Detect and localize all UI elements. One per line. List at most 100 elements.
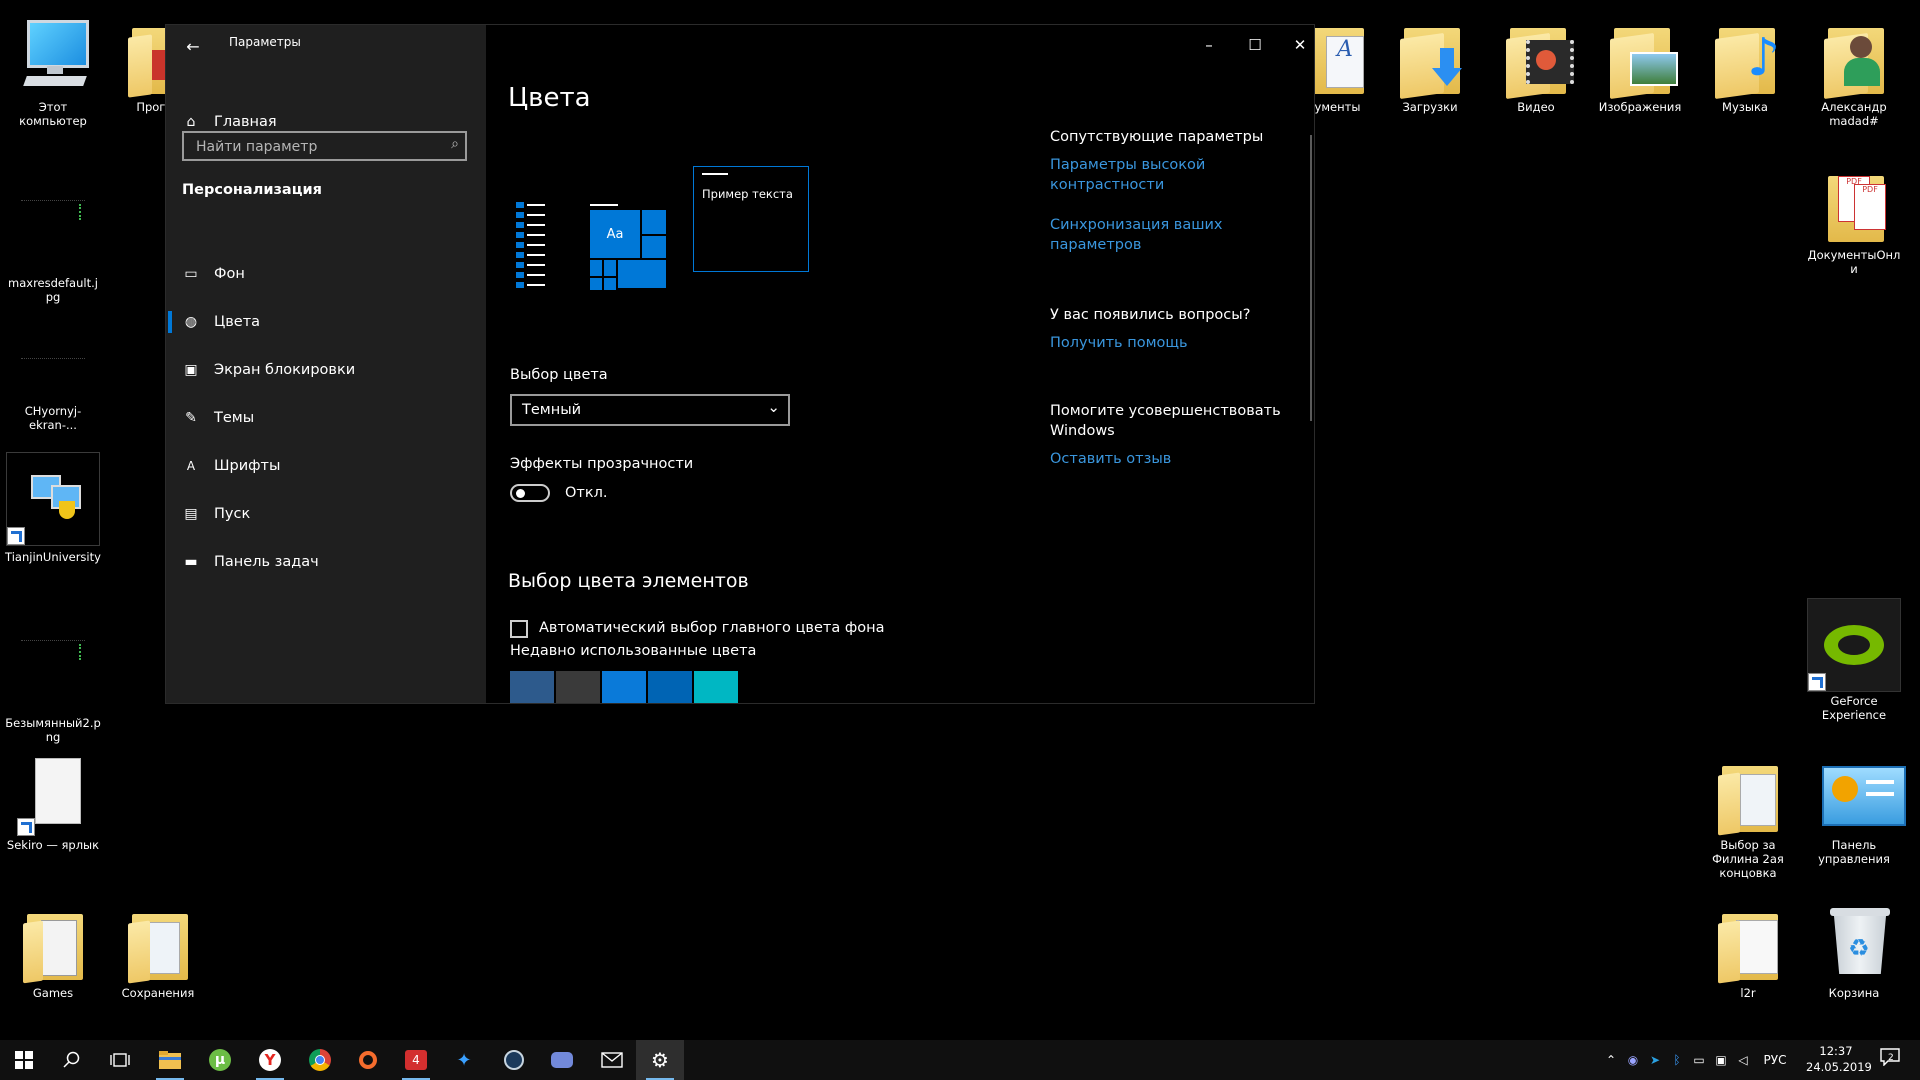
- search-icon[interactable]: [48, 1040, 96, 1080]
- chrome-icon[interactable]: [296, 1040, 344, 1080]
- sidebar-item-label: Панель задач: [214, 554, 319, 570]
- transparency-toggle[interactable]: [510, 484, 550, 502]
- mail-icon[interactable]: [588, 1040, 636, 1080]
- page-title: Цвета: [508, 83, 591, 113]
- desktop-icon-recycle-bin[interactable]: ♻ Корзина: [1806, 900, 1902, 1000]
- desktop-icon-downloads[interactable]: Загрузки: [1382, 14, 1478, 114]
- recent-color-swatch[interactable]: [510, 671, 554, 703]
- desktop-icon-documents-online[interactable]: PDF PDF ДокументыОнли: [1806, 162, 1902, 276]
- desktop-icon-this-pc[interactable]: Этот компьютер: [5, 14, 101, 128]
- desktop-icon-bezymyannyj2[interactable]: Безымянный2.png: [5, 630, 101, 744]
- folder-icon: [17, 900, 89, 984]
- game-launcher-icon[interactable]: 4: [392, 1040, 440, 1080]
- toggle-knob: [516, 489, 525, 498]
- pictures-folder-icon: [1604, 14, 1678, 100]
- video-folder-icon: [1500, 14, 1574, 100]
- sample-text: Пример текста: [702, 187, 793, 201]
- desktop-icon-choice-folder[interactable]: Выбор за Филина 2ая концовка: [1700, 752, 1796, 880]
- language-indicator[interactable]: РУС: [1760, 1053, 1790, 1067]
- utorrent-icon[interactable]: µ: [196, 1040, 244, 1080]
- feedback-link[interactable]: Оставить отзыв: [1050, 449, 1290, 469]
- folder-icon: [1712, 752, 1784, 836]
- sidebar-item-themes[interactable]: ✎ Темы: [166, 398, 486, 438]
- vpn-icon[interactable]: ✦: [440, 1040, 488, 1080]
- image-file-icon: [17, 318, 89, 402]
- desktop-icon-video[interactable]: Видео: [1488, 14, 1584, 114]
- sidebar-item-label: Пуск: [214, 506, 251, 522]
- get-help-link[interactable]: Получить помощь: [1050, 333, 1290, 353]
- notifications-icon[interactable]: 2: [1880, 1048, 1906, 1072]
- desktop-icon-l2r[interactable]: l2r: [1700, 900, 1796, 1000]
- desktop-icon-music[interactable]: ♪ Музыка: [1697, 14, 1793, 114]
- clock[interactable]: 12:37 24.05.2019: [1806, 1043, 1872, 1075]
- recent-colors: [510, 671, 738, 703]
- recent-color-swatch[interactable]: [694, 671, 738, 703]
- desktop-icon-geforce-experience[interactable]: GeForce Experience: [1806, 598, 1902, 722]
- search-icon[interactable]: ⌕: [451, 136, 459, 152]
- task-view-icon[interactable]: [96, 1040, 144, 1080]
- section-heading: Персонализация: [182, 182, 322, 198]
- network-computer-icon: [6, 452, 100, 546]
- maximize-icon[interactable]: ☐: [1240, 33, 1270, 57]
- transparency-label: Эффекты прозрачности: [510, 456, 694, 472]
- network-tray-icon[interactable]: ▣: [1710, 1053, 1732, 1067]
- scrollbar[interactable]: [1310, 135, 1312, 421]
- desktop-icon-maxresdefault[interactable]: maxresdefault.jpg: [5, 190, 101, 304]
- lock-screen-icon: ▣: [184, 362, 198, 378]
- discord-tray-icon[interactable]: ◉: [1622, 1053, 1644, 1067]
- file-explorer-icon[interactable]: [146, 1040, 194, 1080]
- sidebar-item-label: Цвета: [214, 314, 261, 330]
- start-icon[interactable]: [0, 1040, 48, 1080]
- settings-icon[interactable]: ⚙: [636, 1040, 684, 1080]
- close-icon[interactable]: ✕: [1285, 33, 1315, 57]
- recent-color-swatch[interactable]: [556, 671, 600, 703]
- color-mode-dropdown[interactable]: Темный ⌄: [510, 394, 790, 426]
- desktop-icon-tianjinuniversity[interactable]: TianjinUniversity: [5, 452, 101, 564]
- sync-settings-link[interactable]: Синхронизация ваших параметров: [1050, 215, 1290, 255]
- back-arrow-icon[interactable]: ←: [178, 33, 208, 59]
- volume-tray-icon[interactable]: ◁: [1732, 1053, 1754, 1067]
- telegram-tray-icon[interactable]: ➤: [1644, 1053, 1666, 1067]
- sample-window: Пример текста: [693, 166, 809, 272]
- user-folder-icon: [1818, 14, 1890, 100]
- sidebar-item-start[interactable]: ▤ Пуск: [166, 494, 486, 534]
- bluetooth-tray-icon[interactable]: ᛒ: [1666, 1053, 1688, 1067]
- chevron-down-icon: ⌄: [767, 398, 780, 416]
- sidebar-item-colors[interactable]: ◍ Цвета: [166, 302, 486, 342]
- discord-icon[interactable]: [538, 1040, 586, 1080]
- window-title: Параметры: [229, 35, 301, 49]
- nvidia-icon: [1807, 598, 1901, 692]
- notifications-count: 2: [1888, 1053, 1894, 1063]
- palette-icon: ◍: [184, 314, 198, 330]
- yandex-browser-icon[interactable]: Y: [246, 1040, 294, 1080]
- desktop-icon-sohraneniya[interactable]: Сохранения: [110, 900, 206, 1000]
- desktop-icon-user-folder[interactable]: Александр madad#: [1806, 14, 1902, 128]
- taskbar: µ Y 4 ✦ ⚙ ⌃ ◉ ➤ ᛒ ▭ ▣ ◁ РУС 12:37 24.05.…: [0, 1040, 1920, 1080]
- color-mode-value: Темный: [522, 402, 582, 418]
- recent-color-swatch[interactable]: [602, 671, 646, 703]
- steam-icon[interactable]: [490, 1040, 538, 1080]
- desktop-icon-games[interactable]: Games: [5, 900, 101, 1000]
- origin-icon[interactable]: [344, 1040, 392, 1080]
- desktop-icon-images[interactable]: Изображения: [1592, 14, 1688, 114]
- related-settings-heading: Сопутствующие параметры: [1050, 129, 1264, 145]
- recent-colors-label: Недавно использованные цвета: [510, 643, 757, 659]
- minimize-icon[interactable]: –: [1194, 33, 1224, 57]
- battery-tray-icon[interactable]: ▭: [1688, 1053, 1710, 1067]
- settings-window: ← Параметры ⌂ Главная ⌕ Персонализация ▭…: [165, 24, 1315, 704]
- desktop-icon-sekiro[interactable]: Sekiro — ярлык: [5, 752, 101, 852]
- high-contrast-link[interactable]: Параметры высокой контрастности: [1050, 155, 1290, 195]
- search-input[interactable]: [194, 138, 438, 156]
- desktop-icon-chyornyj-ekran[interactable]: CHyornyj-ekran-...: [5, 318, 101, 432]
- sidebar-item-lock-screen[interactable]: ▣ Экран блокировки: [166, 350, 486, 390]
- recent-color-swatch[interactable]: [648, 671, 692, 703]
- sidebar-item-label: Фон: [214, 266, 245, 282]
- desktop-icon-control-panel[interactable]: Панель управления: [1806, 752, 1906, 866]
- chevron-up-icon[interactable]: ⌃: [1600, 1053, 1622, 1067]
- search-box[interactable]: ⌕: [182, 131, 467, 161]
- sidebar-item-fonts[interactable]: A Шрифты: [166, 446, 486, 486]
- sidebar-item-background[interactable]: ▭ Фон: [166, 254, 486, 294]
- sidebar-item-taskbar[interactable]: ▬ Панель задач: [166, 542, 486, 582]
- home-icon: ⌂: [186, 114, 196, 130]
- auto-accent-checkbox[interactable]: [510, 620, 528, 638]
